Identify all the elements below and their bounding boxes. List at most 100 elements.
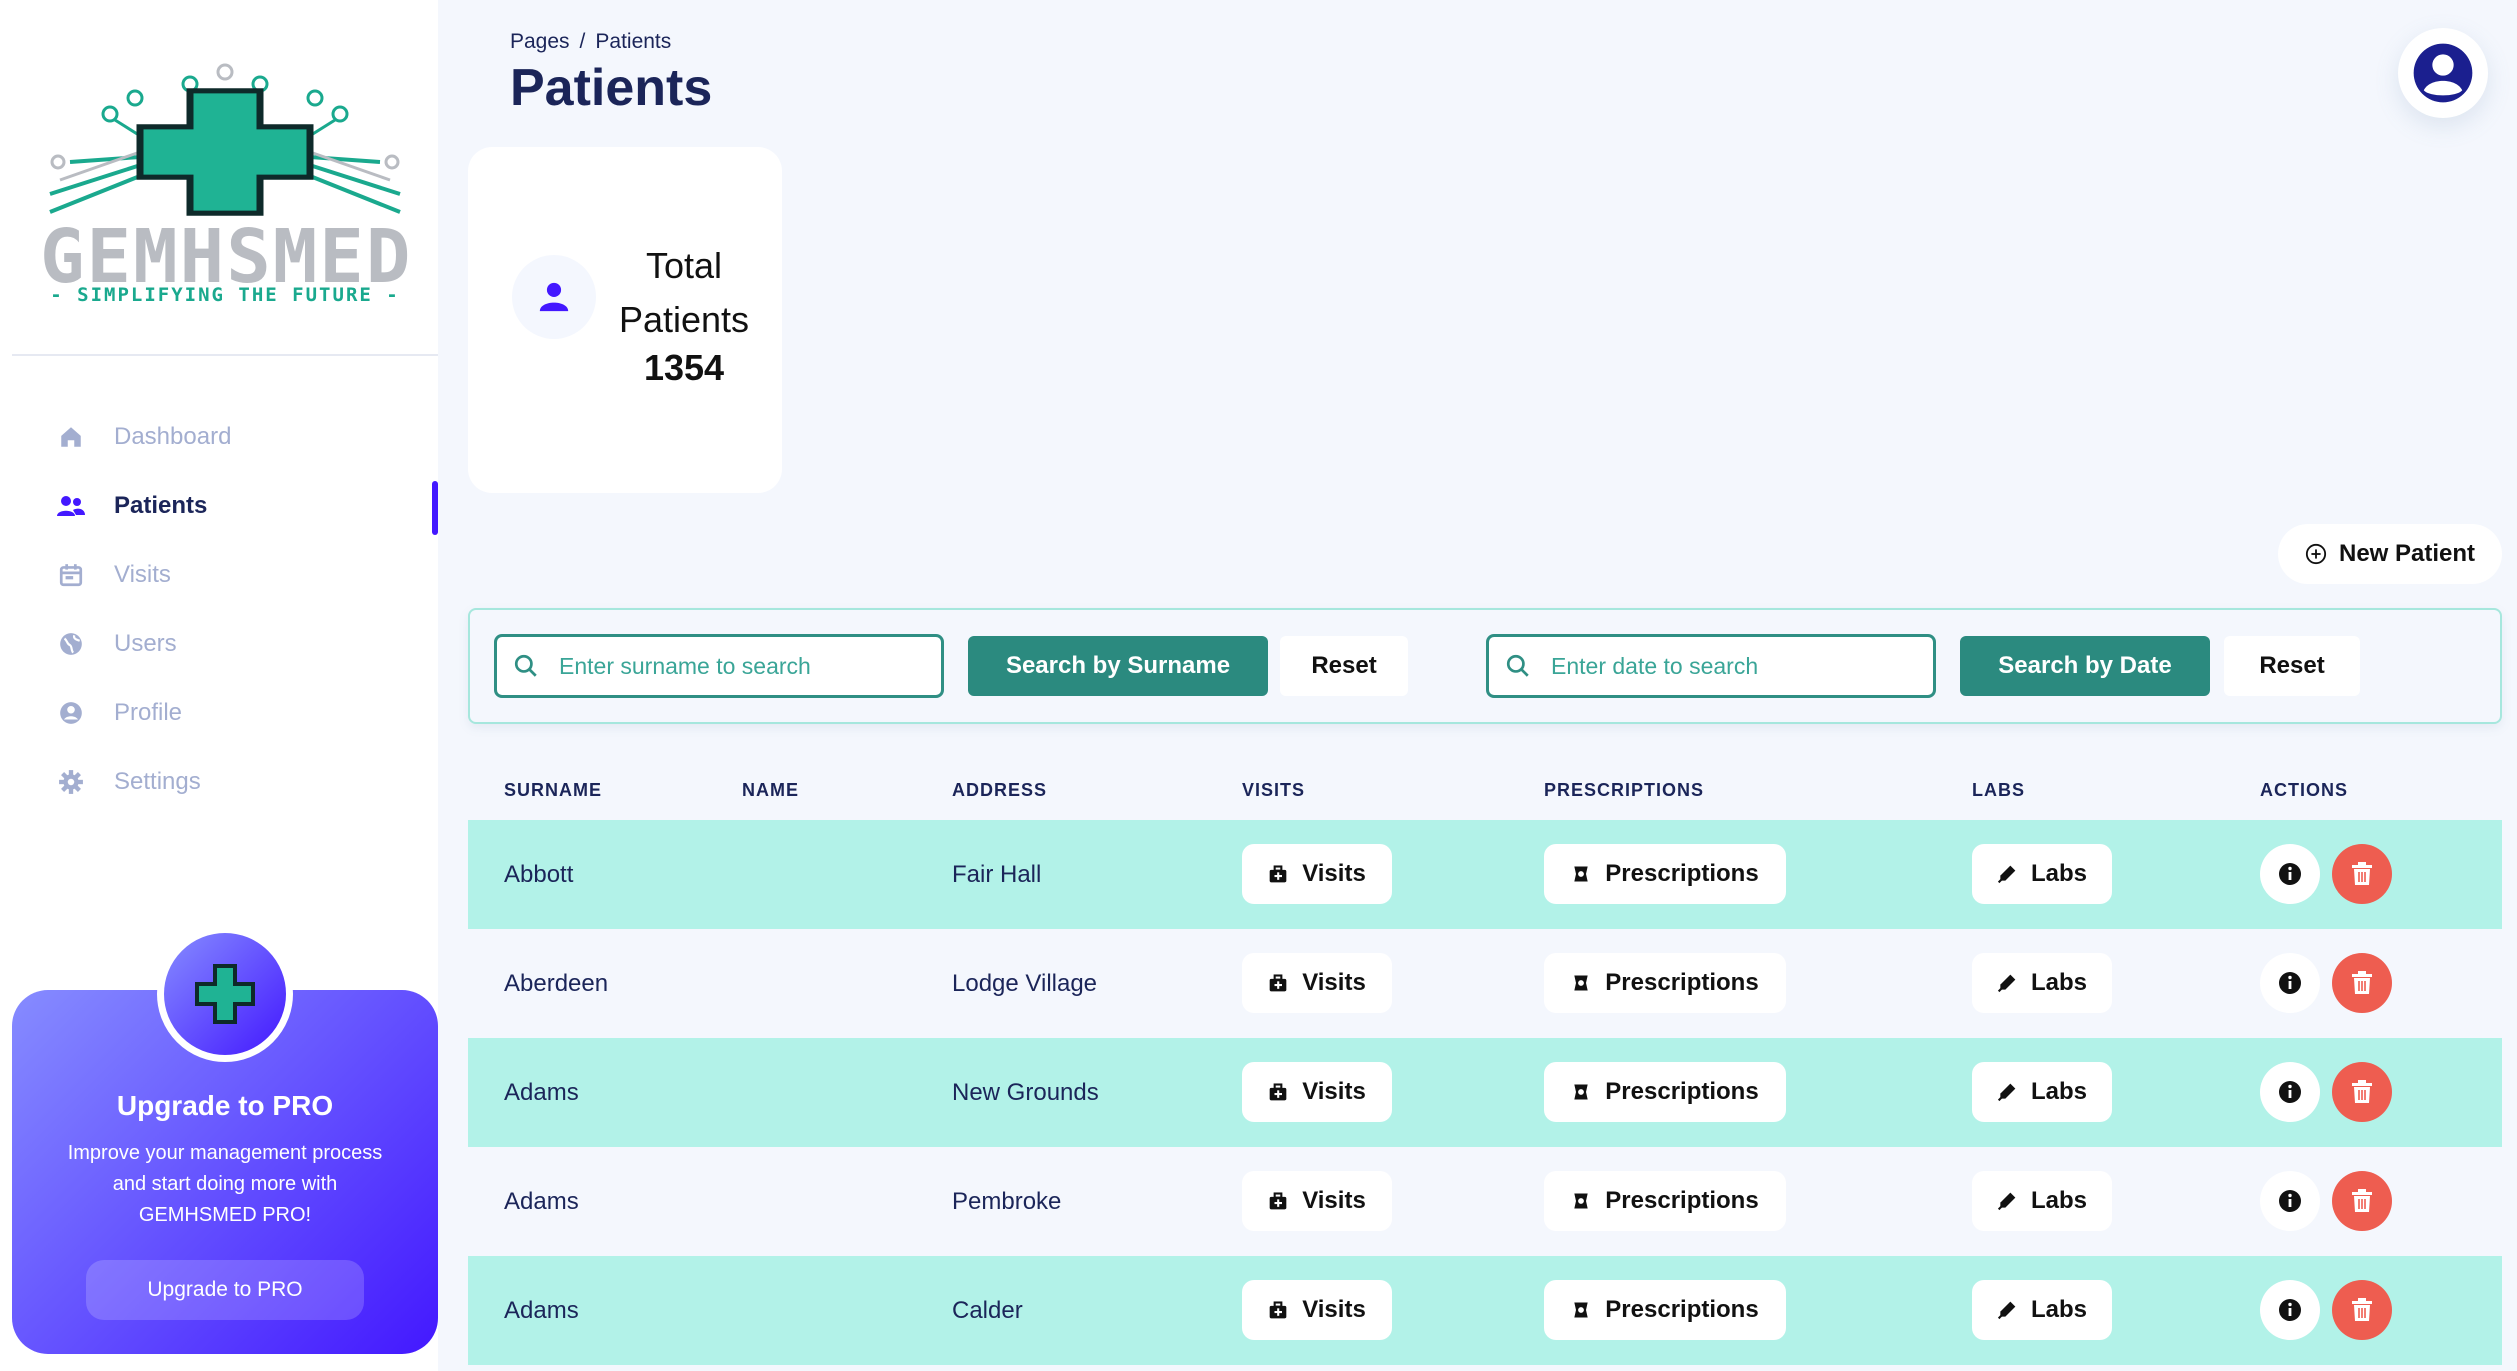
visits-button[interactable]: Visits (1242, 844, 1392, 904)
labs-label: Labs (2030, 1296, 2087, 1323)
trash-icon (2352, 1298, 2372, 1321)
reset-surname-button[interactable]: Reset (1280, 636, 1408, 696)
prescription-icon (1571, 1300, 1591, 1320)
new-patient-button[interactable]: New Patient (2278, 524, 2502, 584)
info-icon (2279, 972, 2301, 994)
users-icon (56, 491, 86, 521)
search-by-surname-button[interactable]: Search by Surname (968, 636, 1268, 696)
sidebar-item-visits[interactable]: Visits (0, 540, 438, 609)
syringe-icon (1997, 1300, 2017, 1320)
prescriptions-button[interactable]: Prescriptions (1544, 953, 1786, 1013)
date-search-box (1486, 634, 1936, 698)
visits-label: Visits (1302, 1078, 1366, 1105)
cell-address: Pembroke (952, 1187, 1062, 1215)
column-header-prescriptions: PRESCRIPTIONS (1544, 780, 1705, 800)
prescriptions-button[interactable]: Prescriptions (1544, 844, 1786, 904)
column-header-address[interactable]: ADDRESS (952, 780, 1047, 801)
info-button[interactable] (2260, 1280, 2320, 1340)
table-row: Adams Calder Visits Prescriptions Labs (468, 1256, 2502, 1365)
visits-button[interactable]: Visits (1242, 1062, 1392, 1122)
plus-circle-icon (2305, 543, 2327, 565)
syringe-icon (1997, 973, 2017, 993)
info-button[interactable] (2260, 1171, 2320, 1231)
prescription-icon (1571, 1082, 1591, 1102)
labs-button[interactable]: Labs (1972, 844, 2112, 904)
cell-surname: Adams (504, 1187, 579, 1215)
prescriptions-button[interactable]: Prescriptions (1544, 1062, 1786, 1122)
sidebar-divider (12, 354, 438, 356)
sidebar-item-dashboard[interactable]: Dashboard (0, 402, 438, 471)
labs-button[interactable]: Labs (1972, 1280, 2112, 1340)
sidebar-item-label: Users (114, 629, 177, 657)
upgrade-to-pro-button[interactable]: Upgrade to PRO (86, 1260, 364, 1320)
gear-icon (56, 767, 86, 797)
avatar[interactable] (2398, 28, 2488, 118)
total-patients-label: Total Patients (618, 245, 750, 340)
sidebar: GEMHSMED - SIMPLIFYING THE FUTURE - Dash… (0, 0, 438, 1371)
medical-cross-badge-icon (157, 926, 293, 1062)
info-button[interactable] (2260, 844, 2320, 904)
labs-label: Labs (2030, 969, 2087, 996)
visits-label: Visits (1302, 860, 1366, 887)
globe-icon (56, 629, 86, 659)
prescription-icon (1571, 973, 1591, 993)
sidebar-item-patients[interactable]: Patients (0, 471, 438, 540)
sidebar-nav: Dashboard Patients Visits Users Profile (0, 402, 438, 816)
delete-button[interactable] (2332, 1280, 2392, 1340)
prescriptions-label: Prescriptions (1605, 1187, 1759, 1214)
medical-bag-icon (1268, 973, 1288, 993)
sidebar-item-label: Dashboard (114, 422, 232, 450)
search-icon (1505, 653, 1533, 679)
sidebar-item-users[interactable]: Users (0, 609, 438, 678)
medical-bag-icon (1268, 1082, 1288, 1102)
prescriptions-button[interactable]: Prescriptions (1544, 1171, 1786, 1231)
total-patients-card: Total Patients 1354 (468, 147, 782, 493)
reset-date-button[interactable]: Reset (2224, 636, 2360, 696)
breadcrumb: Pages / Patients (510, 30, 671, 54)
prescriptions-label: Prescriptions (1605, 860, 1759, 887)
visits-button[interactable]: Visits (1242, 1171, 1392, 1231)
prescription-icon (1571, 864, 1591, 884)
date-search-input[interactable] (1551, 652, 1931, 680)
sidebar-item-label: Patients (114, 491, 208, 519)
visits-button[interactable]: Visits (1242, 953, 1392, 1013)
column-header-surname[interactable]: SURNAME (504, 780, 602, 801)
delete-button[interactable] (2332, 953, 2392, 1013)
labs-button[interactable]: Labs (1972, 1062, 2112, 1122)
column-header-name[interactable]: NAME (742, 780, 799, 801)
labs-button[interactable]: Labs (1972, 953, 2112, 1013)
breadcrumb-item-pages[interactable]: Pages (510, 30, 570, 53)
trash-icon (2352, 862, 2372, 885)
prescriptions-button[interactable]: Prescriptions (1544, 1280, 1786, 1340)
prescriptions-label: Prescriptions (1605, 969, 1759, 996)
syringe-icon (1997, 864, 2017, 884)
prescriptions-label: Prescriptions (1605, 1296, 1759, 1323)
labs-button[interactable]: Labs (1972, 1171, 2112, 1231)
search-panel: Search by Surname Reset Search by Date R… (468, 608, 2502, 724)
prescription-icon (1571, 1191, 1591, 1211)
table-row: Adams New Grounds Visits Prescriptions L… (468, 1038, 2502, 1147)
brand-logo: GEMHSMED - SIMPLIFYING THE FUTURE - (40, 62, 410, 322)
column-header-visits: VISITS (1242, 780, 1306, 800)
total-patients-value: 1354 (643, 347, 725, 388)
info-button[interactable] (2260, 1062, 2320, 1122)
info-button[interactable] (2260, 953, 2320, 1013)
info-icon (2279, 863, 2301, 885)
delete-button[interactable] (2332, 844, 2392, 904)
delete-button[interactable] (2332, 1062, 2392, 1122)
table-row: Abbott Fair Hall Visits Prescriptions La… (468, 820, 2502, 929)
visits-button[interactable]: Visits (1242, 1280, 1392, 1340)
visits-label: Visits (1302, 1187, 1366, 1214)
table-row: Aberdeen Lodge Village Visits Prescripti… (468, 929, 2502, 1038)
sidebar-item-profile[interactable]: Profile (0, 678, 438, 747)
surname-search-input[interactable] (559, 652, 939, 680)
new-patient-label: New Patient (2338, 540, 2476, 567)
table-row: Adams Pembroke Visits Prescriptions Labs (468, 1147, 2502, 1256)
delete-button[interactable] (2332, 1171, 2392, 1231)
sidebar-item-settings[interactable]: Settings (0, 747, 438, 816)
search-by-date-button[interactable]: Search by Date (1960, 636, 2210, 696)
cell-surname: Adams (504, 1078, 579, 1106)
column-header-actions: ACTIONS (2260, 780, 2348, 800)
visits-label: Visits (1302, 969, 1366, 996)
person-icon (512, 255, 596, 339)
